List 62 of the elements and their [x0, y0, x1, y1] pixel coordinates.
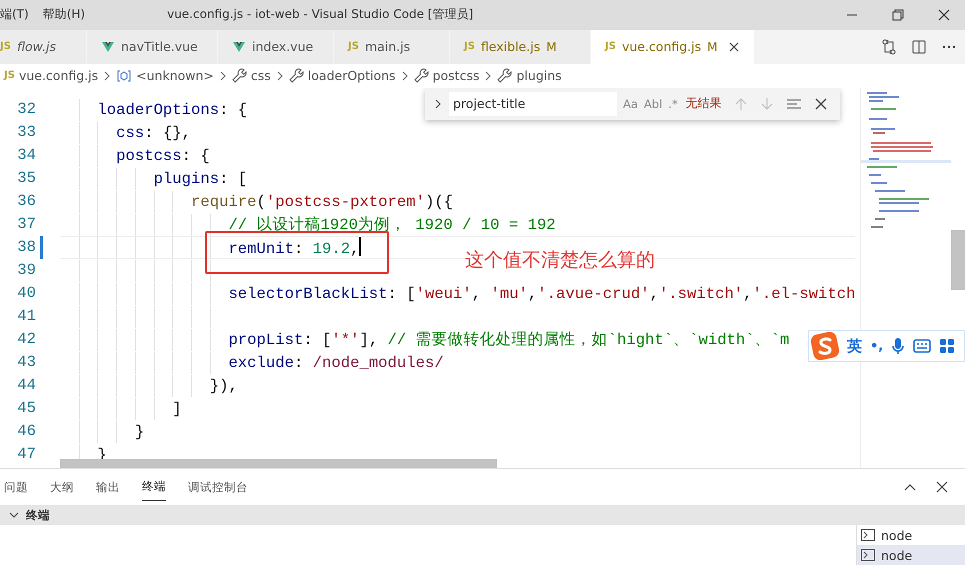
- editor-tab[interactable]: navTitle.vue: [87, 30, 218, 64]
- modified-label: M: [707, 40, 718, 54]
- code-line: }),: [208, 376, 238, 395]
- panel-tab[interactable]: 大纲: [50, 474, 74, 500]
- breadcrumb-item[interactable]: vue.config.js: [18, 68, 98, 84]
- search-field[interactable]: project-title: [449, 92, 617, 116]
- code-line: css: {},: [115, 124, 192, 142]
- panel-tab[interactable]: 终端: [142, 473, 166, 501]
- editor-tab[interactable]: JS flexible.js M: [450, 30, 591, 64]
- code-line: ]: [171, 400, 182, 418]
- line-number: 37: [16, 215, 36, 234]
- code-line: // 以设计稿1920为例， 1920 / 10 = 192: [227, 216, 556, 234]
- line-number: 45: [16, 399, 36, 418]
- panel-tab[interactable]: 输出: [96, 474, 120, 500]
- line-number: 47: [16, 445, 36, 464]
- breadcrumb-item[interactable]: <unknown>: [136, 68, 214, 84]
- line-number: 32: [16, 100, 36, 118]
- js-file-icon: JS: [464, 41, 475, 52]
- line-number: 46: [16, 422, 36, 440]
- breadcrumb-item[interactable]: loaderOptions: [308, 68, 396, 84]
- code-line: require('postcss-pxtorem')({: [190, 192, 454, 211]
- line-number: 43: [16, 353, 36, 372]
- breadcrumb-item[interactable]: postcss: [432, 68, 480, 84]
- editor-tab[interactable]: JS main.js: [334, 30, 450, 64]
- code-line: selectorBlackList: ['weui', 'mu','.avue-crud','.switch','.el-switch: [227, 284, 855, 303]
- line-number: 35: [16, 169, 36, 188]
- code-line: loaderOptions: {: [96, 100, 248, 119]
- breadcrumb-item[interactable]: plugins: [516, 68, 562, 84]
- code-line: postcss: {: [115, 146, 210, 165]
- annotation-text: 这个值不清楚怎么算的: [465, 248, 655, 273]
- line-number: 39: [16, 261, 36, 280]
- punctuation-mode[interactable]: •,: [870, 338, 884, 354]
- line-number: 34: [16, 146, 36, 164]
- js-file-icon: JS: [605, 41, 616, 52]
- menu-item[interactable]: 端(T): [0, 6, 29, 24]
- code-line: exclude: /node_modules/: [227, 354, 444, 372]
- terminal-item[interactable]: node: [857, 525, 965, 545]
- editor-tab[interactable]: index.vue: [218, 30, 334, 64]
- language-mode[interactable]: 英: [847, 336, 862, 356]
- code-line: propList: ['*'], // 需要做转化处理的属性，如`hight`、`width`、`m: [227, 330, 790, 349]
- code-line: remUnit: 19.2,: [60, 240, 362, 258]
- line-number: 44: [16, 376, 36, 394]
- editor-tab[interactable]: JS vue.config.js M: [591, 30, 754, 64]
- line-number: 33: [16, 123, 36, 142]
- terminal-item[interactable]: node: [857, 545, 965, 565]
- breadcrumb-item[interactable]: css: [250, 68, 271, 84]
- section-header[interactable]: 终端: [0, 505, 965, 525]
- modified-label: M: [546, 40, 557, 54]
- panel-tab[interactable]: 问题: [4, 474, 28, 500]
- code-line: plugins: [: [152, 170, 248, 188]
- search-result-status: 无结果: [686, 95, 722, 112]
- line-number: 42: [16, 330, 36, 348]
- js-file-icon: JS: [4, 70, 15, 82]
- js-file-icon: JS: [348, 41, 359, 52]
- line-number: 41: [16, 307, 36, 326]
- panel-tab[interactable]: 调试控制台: [188, 474, 248, 500]
- line-number: 36: [16, 192, 36, 210]
- line-number: 38: [16, 238, 36, 256]
- window-title: vue.config.js - iot-web - Visual Studio Code [管理员]: [167, 6, 474, 24]
- line-number: 40: [16, 284, 36, 302]
- code-line: }: [134, 422, 144, 441]
- menu-item[interactable]: 帮助(H): [42, 6, 86, 24]
